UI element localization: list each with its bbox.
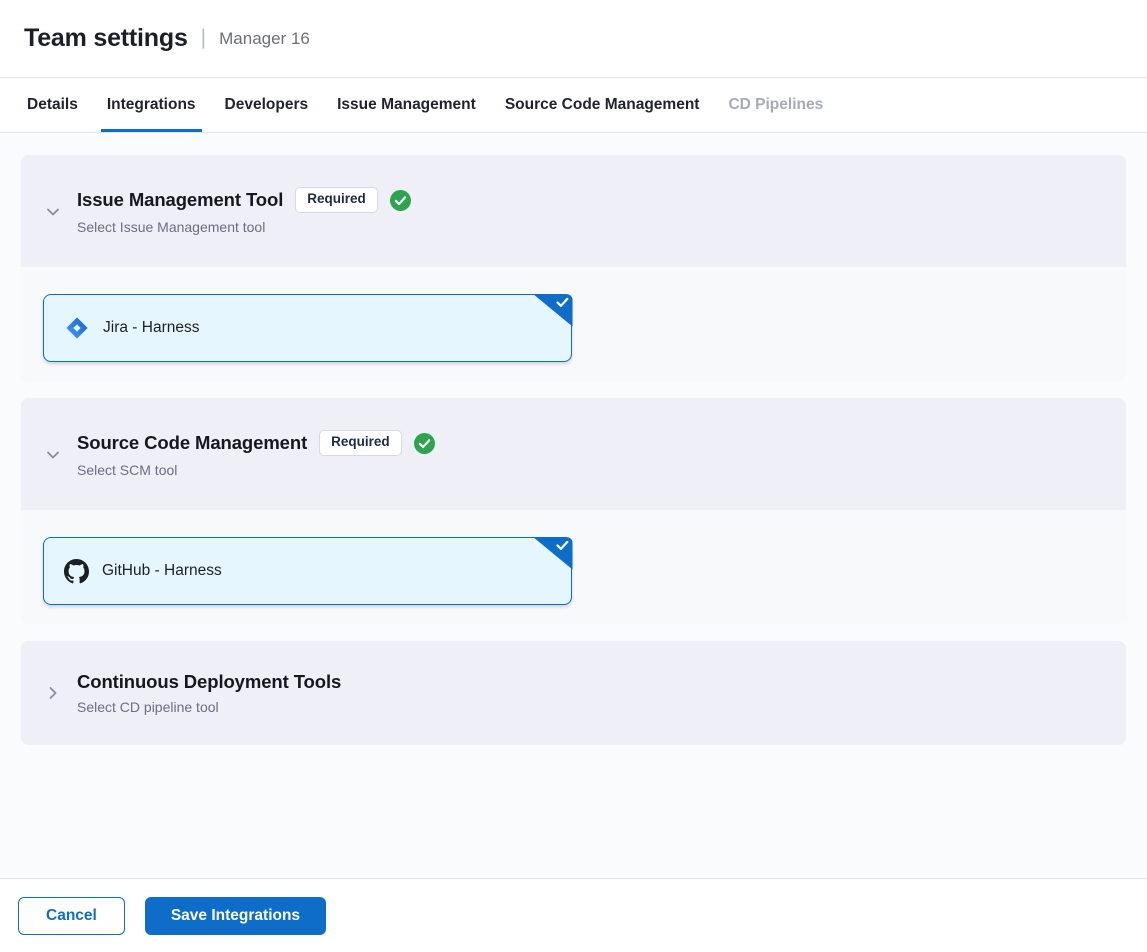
section-subtitle: Select CD pipeline tool: [77, 699, 341, 715]
title-separator: |: [201, 26, 206, 50]
jira-icon: [64, 315, 90, 341]
section-issue-management-tool: Issue Management Tool Required Select Is…: [21, 155, 1126, 381]
tab-integrations[interactable]: Integrations: [101, 78, 202, 132]
github-icon: [64, 559, 89, 584]
section-scm-header[interactable]: Source Code Management Required Select S…: [21, 398, 1126, 510]
page-title: Team settings: [24, 24, 188, 53]
tab-source-code-management[interactable]: Source Code Management: [499, 78, 706, 132]
required-badge: Required: [295, 187, 378, 212]
chevron-down-icon[interactable]: [45, 447, 61, 468]
required-badge: Required: [319, 430, 402, 455]
chevron-down-icon[interactable]: [45, 204, 61, 225]
section-title: Source Code Management: [77, 432, 307, 454]
tab-developers[interactable]: Developers: [219, 78, 315, 132]
check-circle-icon: [414, 433, 435, 454]
chevron-right-icon[interactable]: [45, 685, 61, 706]
tab-details[interactable]: Details: [21, 78, 84, 132]
tool-card-label: Jira - Harness: [103, 319, 199, 337]
tab-issue-management[interactable]: Issue Management: [331, 78, 482, 132]
tab-cd-pipelines: CD Pipelines: [722, 78, 829, 132]
section-issue-management-body: Jira - Harness: [21, 267, 1126, 381]
section-scm-body: GitHub - Harness: [21, 510, 1126, 624]
selected-check-ribbon: [533, 537, 573, 570]
tool-card-jira[interactable]: Jira - Harness: [43, 294, 572, 362]
selected-check-ribbon: [533, 294, 573, 327]
section-cd-tools: Continuous Deployment Tools Select CD pi…: [21, 641, 1126, 745]
tool-card-label: GitHub - Harness: [102, 562, 222, 580]
section-subtitle: Select Issue Management tool: [77, 219, 411, 235]
section-title: Continuous Deployment Tools: [77, 671, 341, 693]
section-header-text: Issue Management Tool Required Select Is…: [77, 187, 411, 234]
check-icon: [556, 540, 569, 551]
section-source-code-management: Source Code Management Required Select S…: [21, 398, 1126, 624]
check-icon: [556, 297, 569, 308]
section-subtitle: Select SCM tool: [77, 462, 435, 478]
section-issue-management-header[interactable]: Issue Management Tool Required Select Is…: [21, 155, 1126, 267]
footer-bar: Cancel Save Integrations: [0, 878, 1147, 952]
team-name-label: Manager 16: [219, 29, 310, 49]
section-header-text: Continuous Deployment Tools Select CD pi…: [77, 671, 341, 715]
tab-bar: Details Integrations Developers Issue Ma…: [0, 78, 1147, 133]
page-header: Team settings | Manager 16: [0, 0, 1147, 78]
tool-card-github[interactable]: GitHub - Harness: [43, 537, 572, 605]
check-circle-icon: [390, 190, 411, 211]
section-cd-tools-header[interactable]: Continuous Deployment Tools Select CD pi…: [21, 641, 1126, 745]
section-header-text: Source Code Management Required Select S…: [77, 430, 435, 477]
save-integrations-button[interactable]: Save Integrations: [145, 897, 326, 935]
integrations-panel: Issue Management Tool Required Select Is…: [0, 133, 1147, 878]
cancel-button[interactable]: Cancel: [18, 897, 125, 935]
section-title: Issue Management Tool: [77, 189, 283, 211]
